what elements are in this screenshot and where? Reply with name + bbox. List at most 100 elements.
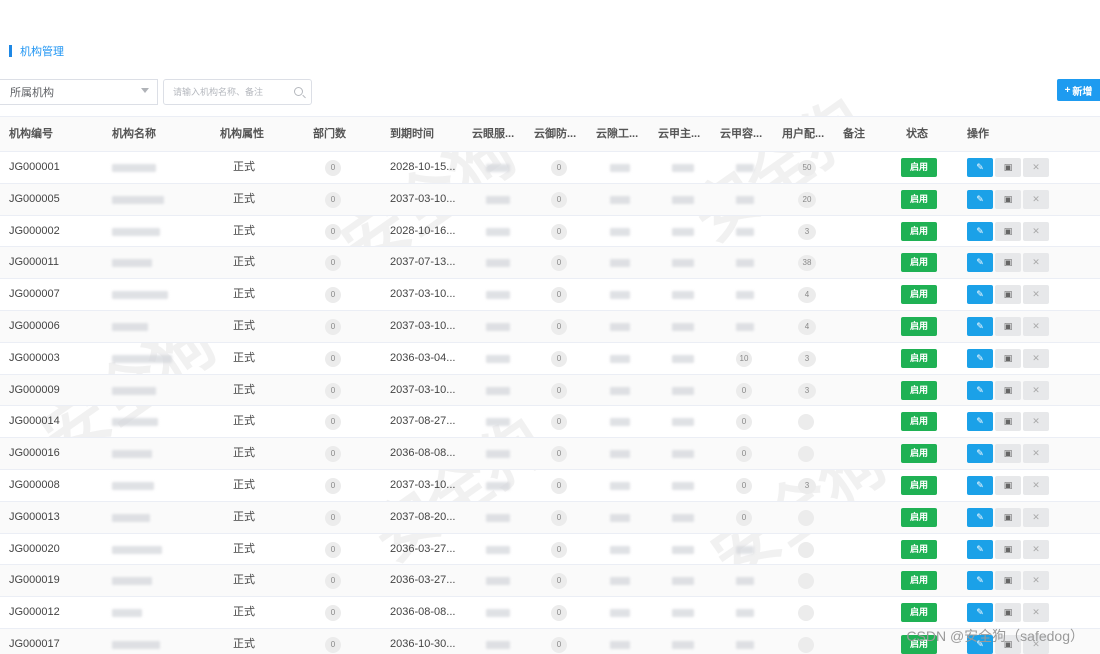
delete-button[interactable]: ✕ <box>1023 571 1049 591</box>
lock-button[interactable]: ▣ <box>995 412 1021 432</box>
c5-badge: 0 <box>736 382 752 399</box>
table-row[interactable]: JG000013 正式 0 2037-08-20... 0 0 启用 ✎ ▣ ✕ <box>0 501 1100 534</box>
table-row[interactable]: JG000012 正式 0 2036-08-08... 0 启用 ✎ ▣ ✕ <box>0 597 1100 629</box>
delete-button[interactable]: ✕ <box>1023 285 1049 305</box>
cell-attr: 正式 <box>233 478 255 491</box>
search-box[interactable] <box>163 79 312 105</box>
col-c4[interactable]: 云甲主... <box>658 117 700 151</box>
table-row[interactable]: JG000007 正式 0 2037-03-10... 0 4 启用 ✎ ▣ ✕ <box>0 279 1100 311</box>
edit-button[interactable]: ✎ <box>967 380 993 400</box>
edit-button[interactable]: ✎ <box>967 444 993 464</box>
edit-button[interactable]: ✎ <box>967 189 993 209</box>
table-row[interactable]: JG000006 正式 0 2037-03-10... 0 4 启用 ✎ ▣ ✕ <box>0 310 1100 343</box>
edit-button[interactable]: ✎ <box>967 316 993 336</box>
status-enabled-button[interactable]: 启用 <box>901 571 937 591</box>
edit-button[interactable]: ✎ <box>967 603 993 623</box>
edit-button[interactable]: ✎ <box>967 348 993 368</box>
status-enabled-button[interactable]: 启用 <box>901 603 937 623</box>
col-c2[interactable]: 云御防... <box>534 117 576 151</box>
table-row[interactable]: JG000016 正式 0 2036-08-08... 0 0 启用 ✎ ▣ ✕ <box>0 438 1100 470</box>
table-row[interactable]: JG000009 正式 0 2037-03-10... 0 0 3 启用 ✎ ▣ ✕ <box>0 374 1100 407</box>
status-enabled-button[interactable]: 启用 <box>901 221 937 241</box>
delete-button[interactable]: ✕ <box>1023 348 1049 368</box>
lock-button[interactable]: ▣ <box>995 189 1021 209</box>
col-code[interactable]: 机构编号 <box>9 117 53 151</box>
edit-button[interactable]: ✎ <box>967 221 993 241</box>
lock-button[interactable]: ▣ <box>995 316 1021 336</box>
delete-button[interactable]: ✕ <box>1023 253 1049 273</box>
status-enabled-button[interactable]: 启用 <box>901 253 937 273</box>
status-enabled-button[interactable]: 启用 <box>901 444 937 464</box>
edit-button[interactable]: ✎ <box>967 253 993 273</box>
col-attr[interactable]: 机构属性 <box>220 117 264 151</box>
status-enabled-button[interactable]: 启用 <box>901 316 937 336</box>
c2-badge: 0 <box>551 191 567 208</box>
lock-button[interactable]: ▣ <box>995 507 1021 527</box>
status-enabled-button[interactable]: 启用 <box>901 539 937 559</box>
table-row[interactable]: JG000020 正式 0 2036-03-27... 0 启用 ✎ ▣ ✕ <box>0 534 1100 566</box>
table-row[interactable]: JG000008 正式 0 2037-03-10... 0 0 3 启用 ✎ ▣ ✕ <box>0 470 1100 502</box>
col-expire[interactable]: 到期时间 <box>390 117 434 151</box>
col-ops[interactable]: 操作 <box>967 117 989 151</box>
delete-button[interactable]: ✕ <box>1023 189 1049 209</box>
org-select[interactable]: 所属机构 <box>0 79 158 105</box>
edit-button[interactable]: ✎ <box>967 507 993 527</box>
edit-button[interactable]: ✎ <box>967 285 993 305</box>
col-name[interactable]: 机构名称 <box>112 117 156 151</box>
delete-button[interactable]: ✕ <box>1023 221 1049 241</box>
lock-button[interactable]: ▣ <box>995 603 1021 623</box>
delete-button[interactable]: ✕ <box>1023 603 1049 623</box>
lock-button[interactable]: ▣ <box>995 380 1021 400</box>
delete-button[interactable]: ✕ <box>1023 444 1049 464</box>
delete-button[interactable]: ✕ <box>1023 507 1049 527</box>
delete-button[interactable]: ✕ <box>1023 316 1049 336</box>
status-enabled-button[interactable]: 启用 <box>901 507 937 527</box>
edit-button[interactable]: ✎ <box>967 158 993 177</box>
table-row[interactable]: JG000003 正式 0 2036-03-04... 0 10 3 启用 ✎ ▣ ✕ <box>0 343 1100 375</box>
lock-button[interactable]: ▣ <box>995 539 1021 559</box>
status-enabled-button[interactable]: 启用 <box>901 285 937 305</box>
delete-button[interactable]: ✕ <box>1023 539 1049 559</box>
status-enabled-button[interactable]: 启用 <box>901 158 937 177</box>
status-enabled-button[interactable]: 启用 <box>901 380 937 400</box>
delete-button[interactable]: ✕ <box>1023 475 1049 495</box>
delete-button[interactable]: ✕ <box>1023 412 1049 432</box>
table-row[interactable]: JG000002 正式 0 2028-10-16... 0 3 启用 ✎ ▣ ✕ <box>0 216 1100 248</box>
lock-button[interactable]: ▣ <box>995 571 1021 591</box>
status-enabled-button[interactable]: 启用 <box>901 189 937 209</box>
status-enabled-button[interactable]: 启用 <box>901 475 937 495</box>
redacted-value <box>736 164 754 172</box>
col-c5[interactable]: 云甲容... <box>720 117 762 151</box>
edit-button[interactable]: ✎ <box>967 539 993 559</box>
lock-button[interactable]: ▣ <box>995 221 1021 241</box>
col-c6[interactable]: 用户配... <box>782 117 824 151</box>
search-input[interactable] <box>173 87 288 97</box>
col-remark[interactable]: 备注 <box>843 117 865 151</box>
status-enabled-button[interactable]: 启用 <box>901 348 937 368</box>
table-row[interactable]: JG000011 正式 0 2037-07-13... 0 38 启用 ✎ ▣ ✕ <box>0 247 1100 280</box>
col-c1[interactable]: 云眼服... <box>472 117 514 151</box>
lock-button[interactable]: ▣ <box>995 158 1021 177</box>
col-c3[interactable]: 云隙工... <box>596 117 638 151</box>
table-row[interactable]: JG000019 正式 0 2036-03-27... 0 启用 ✎ ▣ ✕ <box>0 565 1100 598</box>
delete-button[interactable]: ✕ <box>1023 380 1049 400</box>
table-row[interactable]: JG000001 正式 0 2028-10-15... 0 50 启用 ✎ ▣ ✕ <box>0 152 1100 184</box>
lock-button[interactable]: ▣ <box>995 475 1021 495</box>
delete-button[interactable]: ✕ <box>1023 158 1049 177</box>
edit-button[interactable]: ✎ <box>967 571 993 591</box>
lock-button[interactable]: ▣ <box>995 285 1021 305</box>
user-quota-badge <box>798 605 814 622</box>
col-status[interactable]: 状态 <box>906 117 928 151</box>
lock-button[interactable]: ▣ <box>995 444 1021 464</box>
add-button[interactable]: + 新增 <box>1057 79 1100 101</box>
search-icon[interactable] <box>294 87 303 96</box>
status-enabled-button[interactable]: 启用 <box>901 412 937 432</box>
edit-button[interactable]: ✎ <box>967 475 993 495</box>
edit-button[interactable]: ✎ <box>967 412 993 432</box>
cell-attr: 正式 <box>233 606 255 619</box>
lock-button[interactable]: ▣ <box>995 253 1021 273</box>
col-dept[interactable]: 部门数 <box>313 117 346 151</box>
table-row[interactable]: JG000005 正式 0 2037-03-10... 0 20 启用 ✎ ▣ ✕ <box>0 183 1100 216</box>
table-row[interactable]: JG000014 正式 0 2037-08-27... 0 0 启用 ✎ ▣ ✕ <box>0 406 1100 439</box>
lock-button[interactable]: ▣ <box>995 348 1021 368</box>
